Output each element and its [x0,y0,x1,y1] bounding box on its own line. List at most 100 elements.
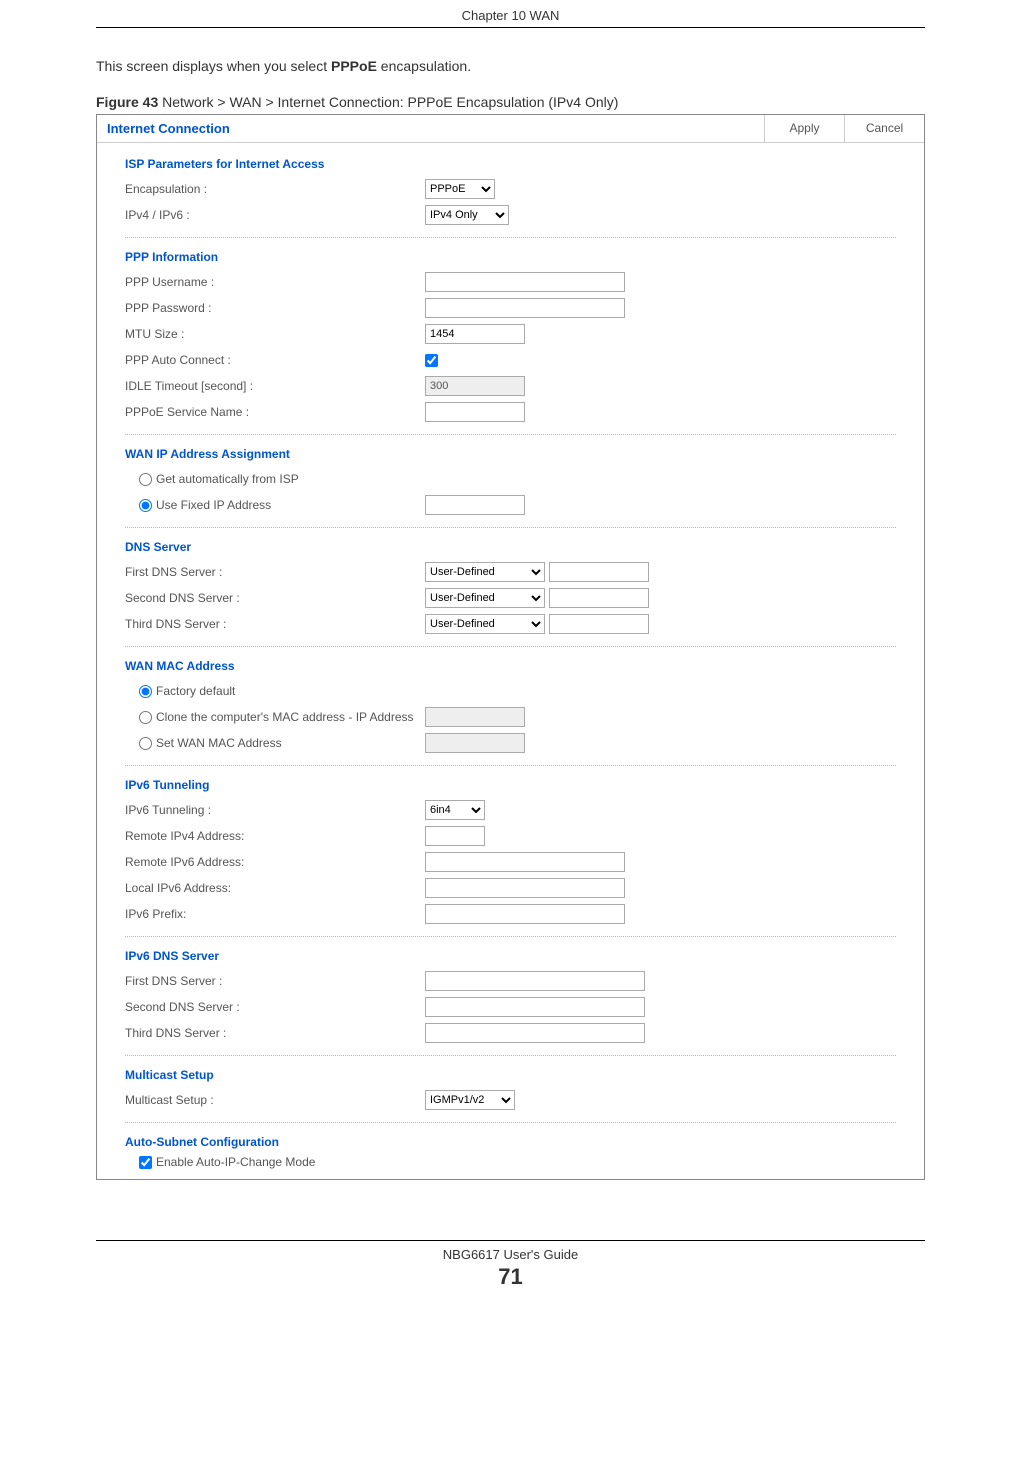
separator [125,1055,896,1056]
intro-post: encapsulation. [377,58,471,74]
page-number: 71 [96,1264,925,1290]
intro-bold: PPPoE [331,58,377,74]
mcast-select[interactable]: IGMPv1/v2 [425,1090,515,1110]
dns3-mode-select[interactable]: User-Defined [425,614,545,634]
figure-text: Network > WAN > Internet Connection: PPP… [158,94,618,110]
footer-guide: NBG6617 User's Guide [96,1247,925,1262]
mac-clone-radio[interactable] [139,711,152,724]
v6tun-label: IPv6 Tunneling : [125,803,425,817]
v6tun-select[interactable]: 6in4 [425,800,485,820]
section-dns: DNS Server First DNS Server : User-Defin… [125,540,896,636]
v6dns1-input[interactable] [425,971,645,991]
ipv6-prefix-input[interactable] [425,904,625,924]
panel-body: ISP Parameters for Internet Access Encap… [97,143,924,1179]
section-v6dns-title: IPv6 DNS Server [125,949,896,963]
v6dns3-input[interactable] [425,1023,645,1043]
wanip-auto-label: Get automatically from ISP [156,472,299,486]
section-dns-title: DNS Server [125,540,896,554]
intro-text: This screen displays when you select PPP… [96,58,925,74]
separator [125,646,896,647]
dns3-input[interactable] [549,614,649,634]
wanip-fixed-radio[interactable] [139,499,152,512]
local-ipv6-label: Local IPv6 Address: [125,881,425,895]
autosub-label: Enable Auto-IP-Change Mode [156,1155,315,1169]
separator [125,1122,896,1123]
chapter-header: Chapter 10 WAN [0,0,1021,27]
apply-button[interactable]: Apply [764,115,844,142]
section-ppp-title: PPP Information [125,250,896,264]
dns1-mode-select[interactable]: User-Defined [425,562,545,582]
dns2-label: Second DNS Server : [125,591,425,605]
wanip-fixed-input[interactable] [425,495,525,515]
mac-clone-label: Clone the computer's MAC address - IP Ad… [156,710,414,724]
remote-ipv4-input[interactable] [425,826,485,846]
mac-set-radio[interactable] [139,737,152,750]
separator [125,434,896,435]
section-wanip: WAN IP Address Assignment Get automatica… [125,447,896,517]
section-mcast: Multicast Setup Multicast Setup : IGMPv1… [125,1068,896,1112]
cancel-button[interactable]: Cancel [844,115,924,142]
bottom-rule [96,1240,925,1241]
section-mcast-title: Multicast Setup [125,1068,896,1082]
figure-caption: Figure 43 Network > WAN > Internet Conne… [96,94,925,110]
v6dns2-label: Second DNS Server : [125,1000,425,1014]
screenshot-panel: Internet Connection Apply Cancel ISP Par… [96,114,925,1180]
ipversion-label: IPv4 / IPv6 : [125,208,425,222]
ppp-username-label: PPP Username : [125,275,425,289]
remote-ipv6-label: Remote IPv6 Address: [125,855,425,869]
section-v6tun: IPv6 Tunneling IPv6 Tunneling : 6in4 Rem… [125,778,896,926]
section-isp: ISP Parameters for Internet Access Encap… [125,157,896,227]
section-v6tun-title: IPv6 Tunneling [125,778,896,792]
section-autosub: Auto-Subnet Configuration Enable Auto-IP… [125,1135,896,1169]
pppoe-service-input[interactable] [425,402,525,422]
dns1-input[interactable] [549,562,649,582]
ppp-password-label: PPP Password : [125,301,425,315]
ipv6-prefix-label: IPv6 Prefix: [125,907,425,921]
v6dns1-label: First DNS Server : [125,974,425,988]
mac-factory-radio[interactable] [139,685,152,698]
ipversion-select[interactable]: IPv4 Only [425,205,509,225]
intro-pre: This screen displays when you select [96,58,331,74]
wanip-fixed-label: Use Fixed IP Address [156,498,271,512]
panel-title: Internet Connection [97,115,764,142]
ppp-username-input[interactable] [425,272,625,292]
mac-set-label: Set WAN MAC Address [156,736,282,750]
encapsulation-label: Encapsulation : [125,182,425,196]
remote-ipv4-label: Remote IPv4 Address: [125,829,425,843]
section-wanip-title: WAN IP Address Assignment [125,447,896,461]
wanip-auto-radio[interactable] [139,473,152,486]
section-ppp: PPP Information PPP Username : PPP Passw… [125,250,896,424]
autosub-checkbox[interactable] [139,1156,152,1169]
dns2-mode-select[interactable]: User-Defined [425,588,545,608]
encapsulation-select[interactable]: PPPoE [425,179,495,199]
section-isp-title: ISP Parameters for Internet Access [125,157,896,171]
idle-timeout-input[interactable] [425,376,525,396]
dns1-label: First DNS Server : [125,565,425,579]
separator [125,237,896,238]
dns2-input[interactable] [549,588,649,608]
section-mac-title: WAN MAC Address [125,659,896,673]
section-autosub-title: Auto-Subnet Configuration [125,1135,896,1149]
v6dns3-label: Third DNS Server : [125,1026,425,1040]
local-ipv6-input[interactable] [425,878,625,898]
v6dns2-input[interactable] [425,997,645,1017]
separator [125,765,896,766]
idle-timeout-label: IDLE Timeout [second] : [125,379,425,393]
ppp-password-input[interactable] [425,298,625,318]
mac-set-input[interactable] [425,733,525,753]
ppp-auto-checkbox[interactable] [425,354,438,367]
panel-header: Internet Connection Apply Cancel [97,115,924,143]
separator [125,527,896,528]
mac-clone-input[interactable] [425,707,525,727]
ppp-auto-label: PPP Auto Connect : [125,353,425,367]
separator [125,936,896,937]
mtu-input[interactable] [425,324,525,344]
dns3-label: Third DNS Server : [125,617,425,631]
figure-label: Figure 43 [96,94,158,110]
section-mac: WAN MAC Address Factory default Clone th… [125,659,896,755]
top-rule [96,27,925,28]
pppoe-service-label: PPPoE Service Name : [125,405,425,419]
remote-ipv6-input[interactable] [425,852,625,872]
mcast-label: Multicast Setup : [125,1093,425,1107]
mtu-label: MTU Size : [125,327,425,341]
